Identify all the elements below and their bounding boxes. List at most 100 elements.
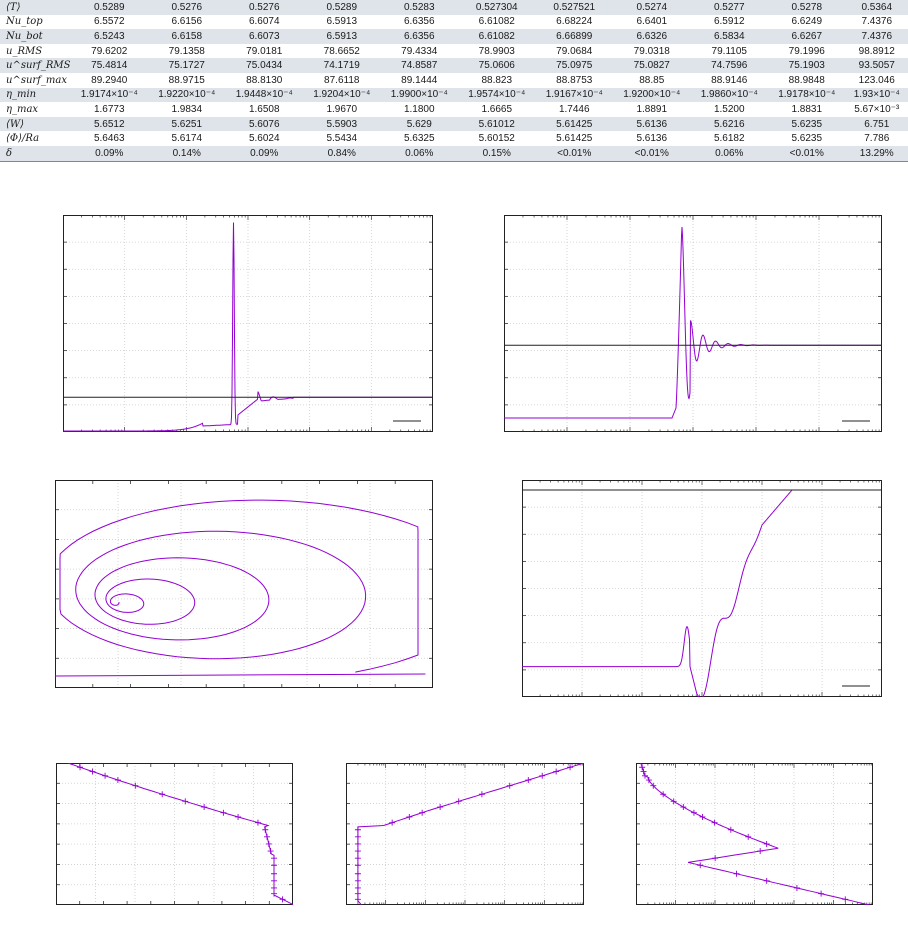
table-cell: 5.6136 [613,131,691,146]
table-cell: 88.9715 [148,72,226,88]
table-cell: 123.046 [845,72,908,88]
table-cell: 0.84% [303,145,381,162]
table-cell: 74.7596 [690,58,768,73]
table-cell: <0.01% [613,145,691,162]
table-cell: <0.01% [768,145,846,162]
row-label: Nu_top [0,14,71,30]
table-cell: 79.0181 [225,43,303,59]
table-cell: 5.6024 [225,131,303,146]
table-cell: 0.5278 [768,0,846,15]
table-cell: 6.5913 [303,29,381,44]
table-cell: 6.61082 [458,29,536,44]
table-cell: 79.0318 [613,43,691,59]
table-cell: 98.8912 [845,43,908,59]
time-series-plot-a [63,215,433,432]
table-row: δ 0.09% 0.14% 0.09% 0.84% 0.06% 0.15% <0.01% <0.… [0,145,908,162]
table-cell: 0.09% [70,145,148,162]
table-cell: 6.6267 [768,29,846,44]
table-cell: 1.9860×10⁻⁴ [690,87,768,103]
table-cell: 6.6073 [225,29,303,44]
grid [55,480,433,688]
table-cell: 0.14% [148,145,226,162]
time-series-plot-b [504,215,882,432]
table-cell: 88.9146 [690,72,768,88]
plot-frame [55,480,433,688]
table-cell: 6.5913 [303,14,381,30]
profile-markers [354,764,574,903]
table-cell: 1.1800 [380,102,458,117]
table-cell: 1.7446 [535,102,613,117]
row-label: η_max [0,102,71,117]
table-cell: 0.09% [225,145,303,162]
table-cell: 5.6216 [690,116,768,132]
table-row: Nu_top 6.5572 6.6156 6.6074 6.5913 6.6356 6.61… [0,14,908,30]
table-cell: 6.6074 [225,14,303,30]
table-cell: 74.8587 [380,58,458,73]
table-cell: 0.5289 [70,0,148,15]
table-cell: 75.4814 [70,58,148,73]
table-cell: 6.6158 [148,29,226,44]
table-cell: 89.2940 [70,72,148,88]
table-cell: 0.06% [380,145,458,162]
table-cell: 88.85 [613,72,691,88]
table-cell: 0.5274 [613,0,691,15]
table-cell: 6.6356 [380,14,458,30]
table-cell: 1.9167×10⁻⁴ [535,87,613,103]
table-cell: 79.1996 [768,43,846,59]
table-cell: 6.61082 [458,14,536,30]
grid [522,480,882,697]
table-cell: 0.527521 [535,0,613,15]
grid [636,763,873,905]
table-cell: 6.68224 [535,14,613,30]
table-cell: 1.9178×10⁻⁴ [768,87,846,103]
profile-line [357,763,584,905]
table-cell: 78.6652 [303,43,381,59]
table-cell: 88.8753 [535,72,613,88]
table-cell: 6.6156 [148,14,226,30]
table-cell: 1.6665 [458,102,536,117]
table-cell: 6.5834 [690,29,768,44]
row-label: Nu_bot [0,29,71,44]
plot-canvas [346,763,584,905]
table-cell: 79.1358 [148,43,226,59]
row-label: η_min [0,87,71,103]
table-cell: 6.5912 [690,14,768,30]
table-cell: 1.9200×10⁻⁴ [613,87,691,103]
plot-canvas [55,480,433,688]
table-cell: 1.9220×10⁻⁴ [148,87,226,103]
row-label: δ [0,145,71,162]
table-cell: 5.6182 [690,131,768,146]
table-cell: 6.751 [845,116,908,132]
table-cell: 5.6251 [148,116,226,132]
table-cell: 5.6174 [148,131,226,146]
plot-canvas [56,763,293,905]
table-cell: 1.9900×10⁻⁴ [380,87,458,103]
trajectory-line [59,499,419,673]
table-cell: 5.6076 [225,116,303,132]
time-series-plot-d [522,480,882,697]
table-cell: 7.4376 [845,29,908,44]
plot-canvas [522,480,882,697]
table-cell: 6.6249 [768,14,846,30]
table-row: u^surf_max 89.2940 88.9715 88.8130 87.6118 89… [0,72,908,88]
table-row: ⟨W⟩ 5.6512 5.6251 5.6076 5.5903 5.629 5.61012 5… [0,116,908,132]
table-cell: 5.6235 [768,131,846,146]
table-cell: 88.823 [458,72,536,88]
table-cell: 75.1727 [148,58,226,73]
table-cell: 0.5364 [845,0,908,15]
table-cell: 0.5276 [225,0,303,15]
table-row: η_min 1.9174×10⁻⁴ 1.9220×10⁻⁴ 1.9448×10⁻⁴ 1.… [0,87,908,103]
table-cell: 75.0606 [458,58,536,73]
profile-line [67,763,293,905]
table-cell: 1.9174×10⁻⁴ [70,87,148,103]
table-cell: 6.66899 [535,29,613,44]
profile-line [640,763,870,905]
table-cell: 79.0684 [535,43,613,59]
table-cell: 1.6508 [225,102,303,117]
series-line [522,489,882,697]
table-cell: 1.9670 [303,102,381,117]
table-cell: 6.6326 [613,29,691,44]
table-cell: 1.6773 [70,102,148,117]
table-cell: 1.5200 [690,102,768,117]
table-cell: 5.61425 [535,131,613,146]
